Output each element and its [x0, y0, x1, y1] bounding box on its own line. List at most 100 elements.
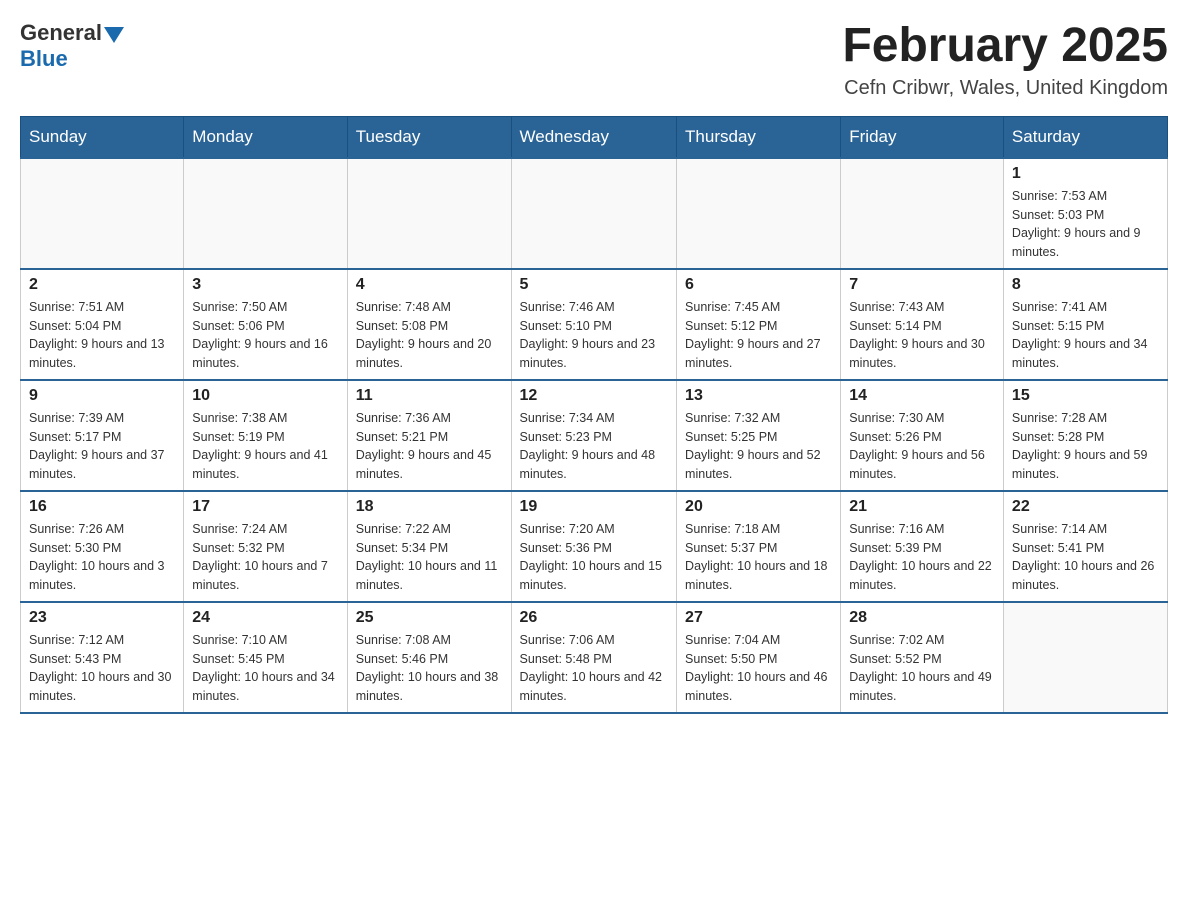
- calendar-cell: 5 Sunrise: 7:46 AMSunset: 5:10 PMDaylight…: [511, 269, 677, 380]
- calendar-week-row: 23Sunrise: 7:12 AMSunset: 5:43 PMDayligh…: [21, 602, 1168, 713]
- day-number: 6: [685, 276, 832, 294]
- day-info: Sunrise: 7:38 AMSunset: 5:19 PMDaylight:…: [192, 409, 338, 484]
- calendar-header-row: Sunday Monday Tuesday Wednesday Thursday…: [21, 116, 1168, 158]
- day-info: Sunrise: 7:48 AMSunset: 5:08 PMDaylight:…: [356, 298, 503, 373]
- calendar-cell: 1 Sunrise: 7:53 AMSunset: 5:03 PMDaylight…: [1003, 158, 1167, 269]
- calendar-cell: 28Sunrise: 7:02 AMSunset: 5:52 PMDayligh…: [841, 602, 1004, 713]
- day-number: 27: [685, 609, 832, 627]
- calendar-cell: 22 Sunrise: 7:14 AMSunset: 5:41 PMDayligh…: [1003, 491, 1167, 602]
- day-info: Sunrise: 7:53 AMSunset: 5:03 PMDaylight:…: [1012, 187, 1159, 262]
- calendar-cell: 4 Sunrise: 7:48 AMSunset: 5:08 PMDaylight…: [347, 269, 511, 380]
- day-number: 26: [520, 609, 669, 627]
- day-info: Sunrise: 7:51 AMSunset: 5:04 PMDaylight:…: [29, 298, 175, 373]
- calendar-cell: 19 Sunrise: 7:20 AMSunset: 5:36 PMDayligh…: [511, 491, 677, 602]
- day-number: 25: [356, 609, 503, 627]
- col-header-thursday: Thursday: [677, 116, 841, 158]
- day-info: Sunrise: 7:41 AMSunset: 5:15 PMDaylight:…: [1012, 298, 1159, 373]
- day-info: Sunrise: 7:36 AMSunset: 5:21 PMDaylight:…: [356, 409, 503, 484]
- calendar-week-row: 1 Sunrise: 7:53 AMSunset: 5:03 PMDaylight…: [21, 158, 1168, 269]
- day-info: Sunrise: 7:04 AMSunset: 5:50 PMDaylight:…: [685, 631, 832, 706]
- day-info: Sunrise: 7:08 AMSunset: 5:46 PMDaylight:…: [356, 631, 503, 706]
- calendar-cell: 9 Sunrise: 7:39 AMSunset: 5:17 PMDaylight…: [21, 380, 184, 491]
- calendar-cell: [677, 158, 841, 269]
- page-header: General Blue February 2025 Cefn Cribwr, …: [20, 20, 1168, 100]
- day-info: Sunrise: 7:10 AMSunset: 5:45 PMDaylight:…: [192, 631, 338, 706]
- day-info: Sunrise: 7:45 AMSunset: 5:12 PMDaylight:…: [685, 298, 832, 373]
- calendar-cell: 6 Sunrise: 7:45 AMSunset: 5:12 PMDaylight…: [677, 269, 841, 380]
- calendar-cell: 18 Sunrise: 7:22 AMSunset: 5:34 PMDayligh…: [347, 491, 511, 602]
- calendar-cell: 15 Sunrise: 7:28 AMSunset: 5:28 PMDayligh…: [1003, 380, 1167, 491]
- location-text: Cefn Cribwr, Wales, United Kingdom: [842, 77, 1168, 100]
- calendar-cell: 27 Sunrise: 7:04 AMSunset: 5:50 PMDayligh…: [677, 602, 841, 713]
- day-info: Sunrise: 7:34 AMSunset: 5:23 PMDaylight:…: [520, 409, 669, 484]
- calendar-cell: 3Sunrise: 7:50 AMSunset: 5:06 PMDaylight…: [184, 269, 347, 380]
- calendar-table: Sunday Monday Tuesday Wednesday Thursday…: [20, 116, 1168, 714]
- day-number: 7: [849, 276, 995, 294]
- day-info: Sunrise: 7:18 AMSunset: 5:37 PMDaylight:…: [685, 520, 832, 595]
- day-number: 15: [1012, 387, 1159, 405]
- day-number: 18: [356, 498, 503, 516]
- day-number: 9: [29, 387, 175, 405]
- calendar-cell: [841, 158, 1004, 269]
- day-info: Sunrise: 7:46 AMSunset: 5:10 PMDaylight:…: [520, 298, 669, 373]
- day-info: Sunrise: 7:30 AMSunset: 5:26 PMDaylight:…: [849, 409, 995, 484]
- col-header-sunday: Sunday: [21, 116, 184, 158]
- col-header-monday: Monday: [184, 116, 347, 158]
- calendar-cell: 21 Sunrise: 7:16 AMSunset: 5:39 PMDayligh…: [841, 491, 1004, 602]
- day-number: 14: [849, 387, 995, 405]
- day-info: Sunrise: 7:24 AMSunset: 5:32 PMDaylight:…: [192, 520, 338, 595]
- calendar-cell: [21, 158, 184, 269]
- calendar-cell: 24 Sunrise: 7:10 AMSunset: 5:45 PMDayligh…: [184, 602, 347, 713]
- day-number: 4: [356, 276, 503, 294]
- day-number: 24: [192, 609, 338, 627]
- day-number: 2: [29, 276, 175, 294]
- title-section: February 2025 Cefn Cribwr, Wales, United…: [842, 20, 1168, 100]
- calendar-week-row: 16 Sunrise: 7:26 AMSunset: 5:30 PMDayligh…: [21, 491, 1168, 602]
- calendar-cell: 2 Sunrise: 7:51 AMSunset: 5:04 PMDaylight…: [21, 269, 184, 380]
- calendar-cell: [184, 158, 347, 269]
- day-info: Sunrise: 7:43 AMSunset: 5:14 PMDaylight:…: [849, 298, 995, 373]
- day-number: 11: [356, 387, 503, 405]
- calendar-cell: 12 Sunrise: 7:34 AMSunset: 5:23 PMDayligh…: [511, 380, 677, 491]
- day-info: Sunrise: 7:20 AMSunset: 5:36 PMDaylight:…: [520, 520, 669, 595]
- col-header-friday: Friday: [841, 116, 1004, 158]
- day-number: 16: [29, 498, 175, 516]
- day-info: Sunrise: 7:16 AMSunset: 5:39 PMDaylight:…: [849, 520, 995, 595]
- calendar-cell: 16 Sunrise: 7:26 AMSunset: 5:30 PMDayligh…: [21, 491, 184, 602]
- calendar-cell: 11 Sunrise: 7:36 AMSunset: 5:21 PMDayligh…: [347, 380, 511, 491]
- day-info: Sunrise: 7:14 AMSunset: 5:41 PMDaylight:…: [1012, 520, 1159, 595]
- calendar-cell: 8 Sunrise: 7:41 AMSunset: 5:15 PMDaylight…: [1003, 269, 1167, 380]
- logo-arrow-icon: [104, 27, 124, 43]
- day-number: 20: [685, 498, 832, 516]
- col-header-tuesday: Tuesday: [347, 116, 511, 158]
- day-info: Sunrise: 7:06 AMSunset: 5:48 PMDaylight:…: [520, 631, 669, 706]
- day-info: Sunrise: 7:26 AMSunset: 5:30 PMDaylight:…: [29, 520, 175, 595]
- day-info: Sunrise: 7:39 AMSunset: 5:17 PMDaylight:…: [29, 409, 175, 484]
- calendar-cell: 25 Sunrise: 7:08 AMSunset: 5:46 PMDayligh…: [347, 602, 511, 713]
- day-number: 12: [520, 387, 669, 405]
- day-info: Sunrise: 7:12 AMSunset: 5:43 PMDaylight:…: [29, 631, 175, 706]
- day-number: 13: [685, 387, 832, 405]
- day-number: 22: [1012, 498, 1159, 516]
- day-info: Sunrise: 7:50 AMSunset: 5:06 PMDaylight:…: [192, 298, 338, 373]
- calendar-cell: 10Sunrise: 7:38 AMSunset: 5:19 PMDayligh…: [184, 380, 347, 491]
- col-header-saturday: Saturday: [1003, 116, 1167, 158]
- day-number: 8: [1012, 276, 1159, 294]
- calendar-cell: [347, 158, 511, 269]
- day-info: Sunrise: 7:32 AMSunset: 5:25 PMDaylight:…: [685, 409, 832, 484]
- calendar-cell: 23Sunrise: 7:12 AMSunset: 5:43 PMDayligh…: [21, 602, 184, 713]
- calendar-cell: [511, 158, 677, 269]
- calendar-cell: 17 Sunrise: 7:24 AMSunset: 5:32 PMDayligh…: [184, 491, 347, 602]
- calendar-cell: [1003, 602, 1167, 713]
- day-number: 21: [849, 498, 995, 516]
- day-number: 19: [520, 498, 669, 516]
- day-info: Sunrise: 7:28 AMSunset: 5:28 PMDaylight:…: [1012, 409, 1159, 484]
- calendar-week-row: 2 Sunrise: 7:51 AMSunset: 5:04 PMDaylight…: [21, 269, 1168, 380]
- calendar-cell: 13 Sunrise: 7:32 AMSunset: 5:25 PMDayligh…: [677, 380, 841, 491]
- day-number: 17: [192, 498, 338, 516]
- day-info: Sunrise: 7:22 AMSunset: 5:34 PMDaylight:…: [356, 520, 503, 595]
- logo-general-text: General: [20, 20, 102, 46]
- calendar-cell: 26 Sunrise: 7:06 AMSunset: 5:48 PMDayligh…: [511, 602, 677, 713]
- day-number: 5: [520, 276, 669, 294]
- day-number: 1: [1012, 165, 1159, 183]
